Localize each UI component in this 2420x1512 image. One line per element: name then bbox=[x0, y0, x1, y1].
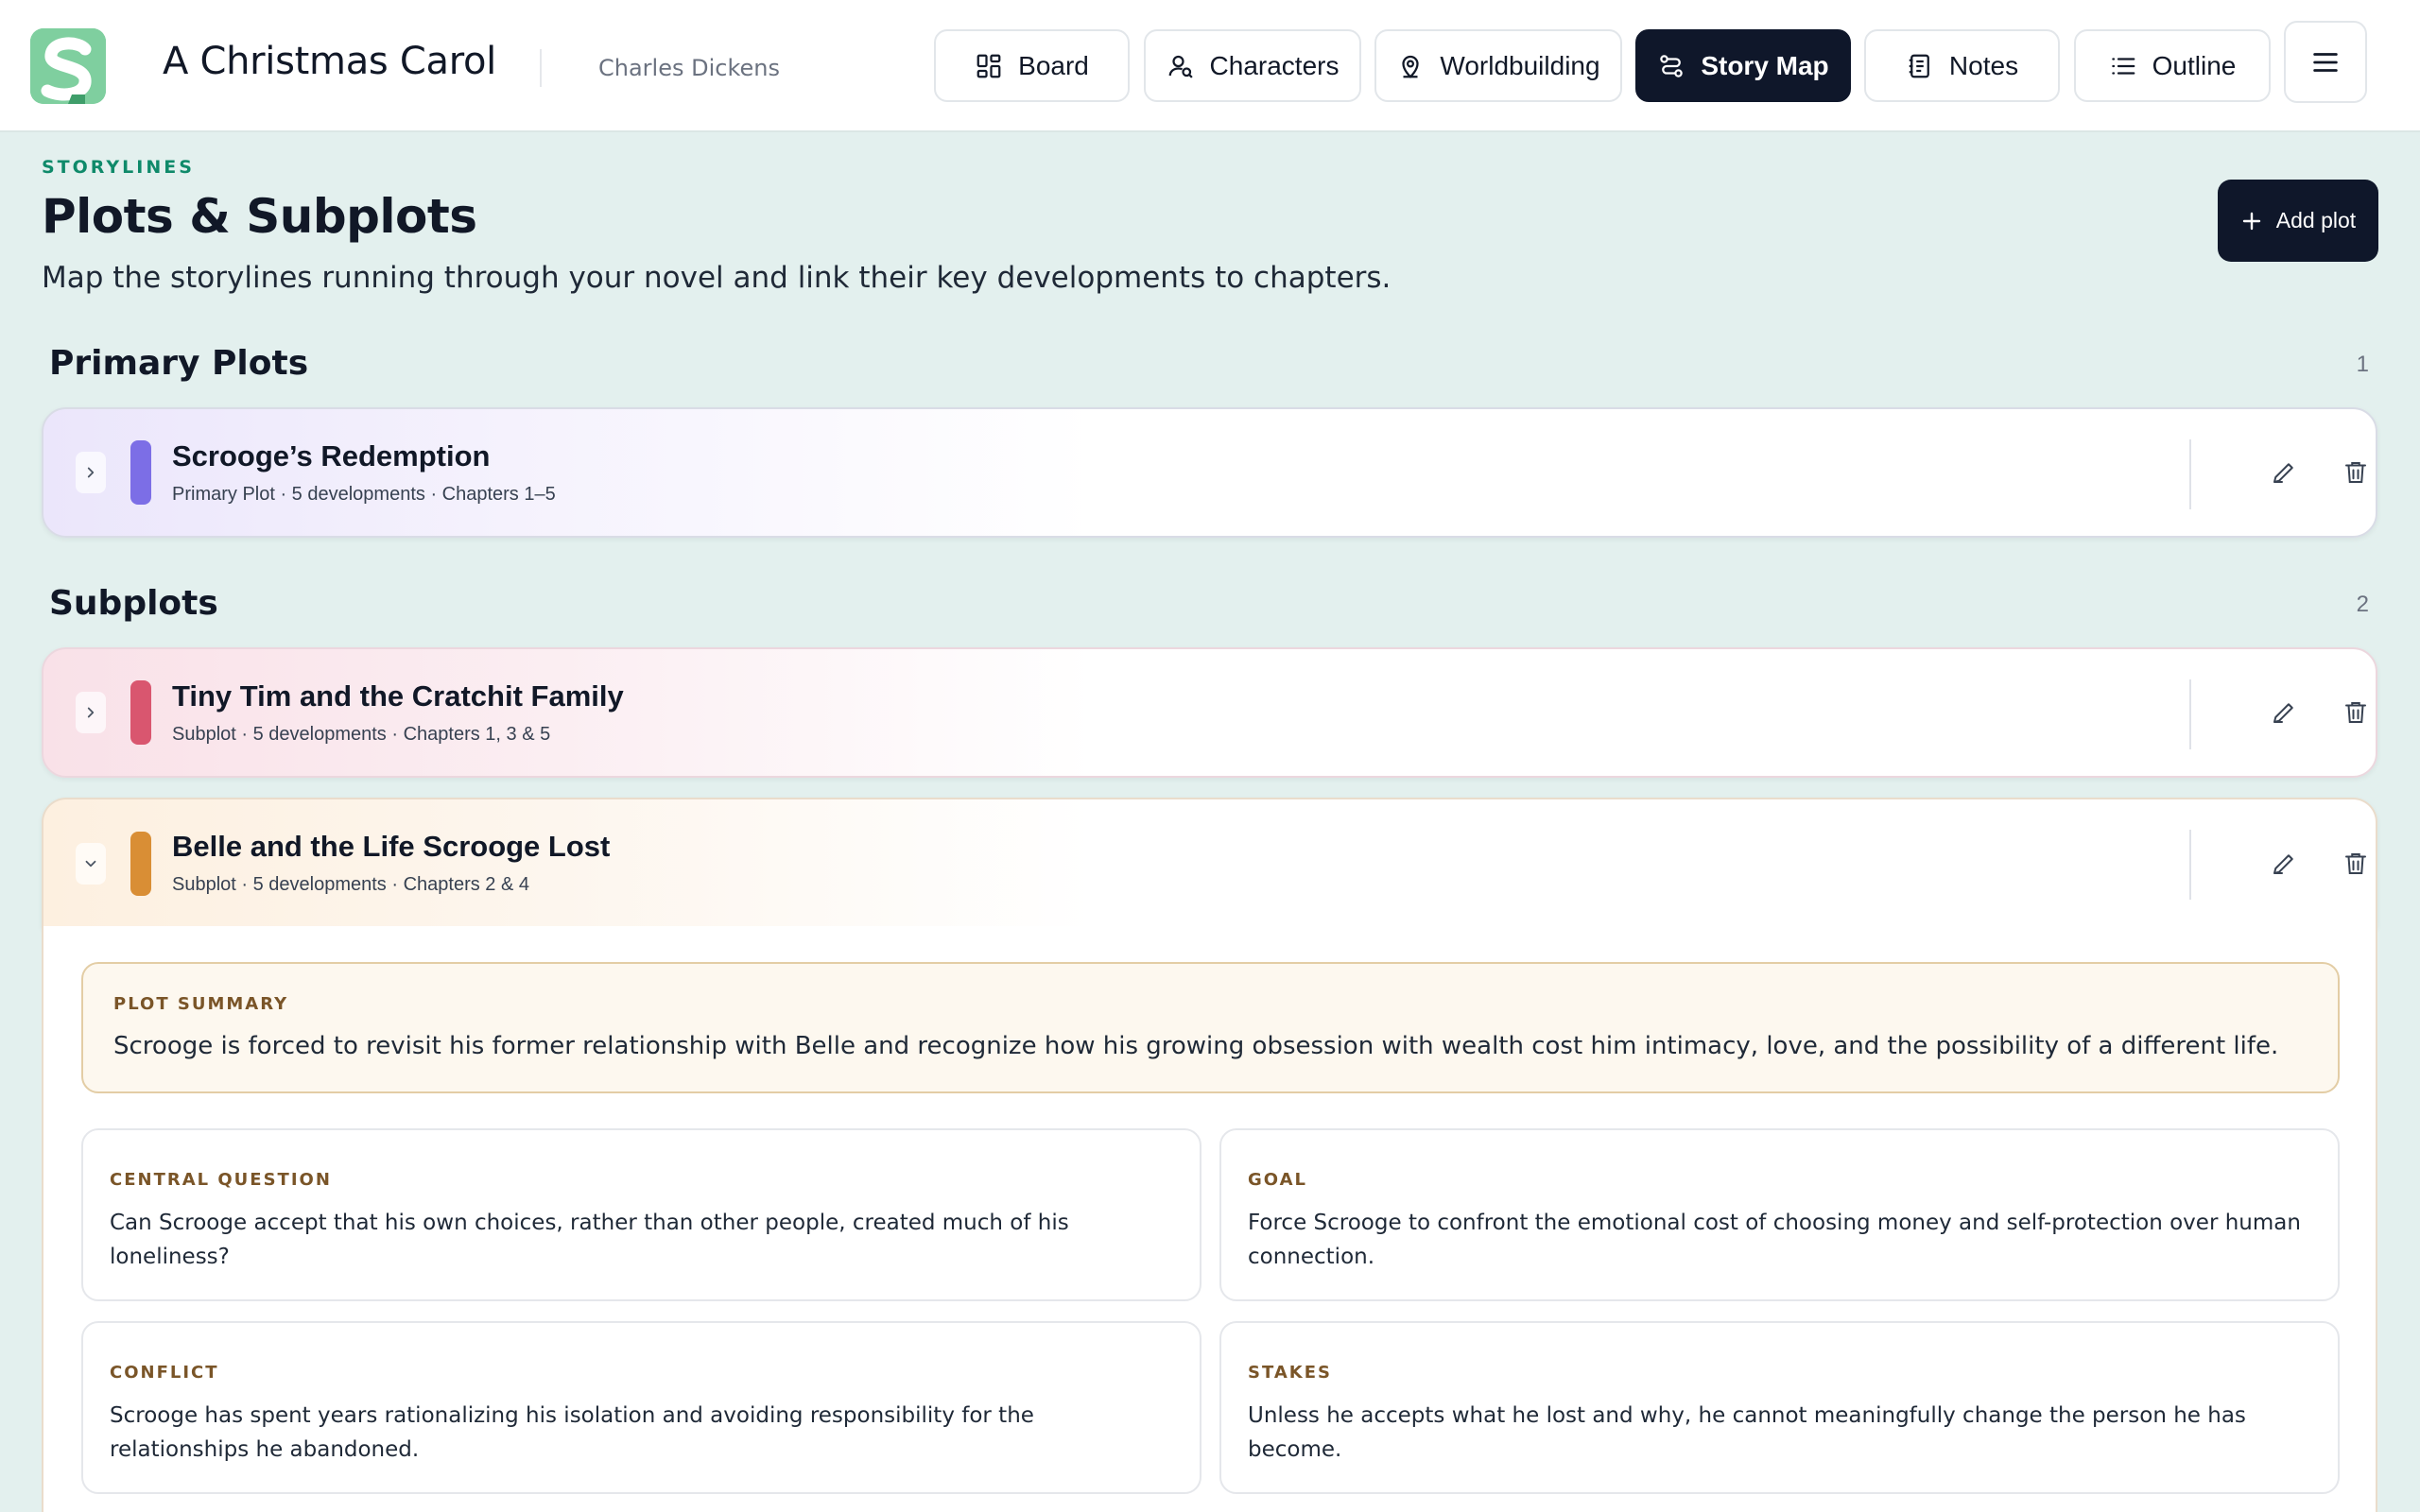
delete-plot-button[interactable] bbox=[2335, 452, 2377, 493]
trash-icon bbox=[2345, 702, 2366, 723]
field-text: Scrooge has spent years rationalizing hi… bbox=[110, 1403, 1034, 1462]
plot-name: Belle and the Life Scrooge Lost bbox=[172, 830, 611, 863]
plot-summary-box: PLOT SUMMARY Scrooge is forced to revisi… bbox=[81, 962, 2340, 1093]
plot-color-swatch bbox=[130, 680, 151, 745]
plot-meta: Subplot · 5 developments · Chapters 2 & … bbox=[172, 874, 529, 895]
plot-details-panel: PLOT SUMMARY Scrooge is forced to revisi… bbox=[42, 926, 2377, 1512]
stakes-card: STAKES Unless he accepts what he lost an… bbox=[1219, 1321, 2340, 1494]
field-label: CENTRAL QUESTION bbox=[110, 1170, 332, 1190]
list-icon bbox=[2111, 57, 2135, 75]
plot-color-swatch bbox=[130, 440, 151, 505]
pencil-icon bbox=[2273, 853, 2293, 874]
nav-story-map-label: Story Map bbox=[1701, 50, 1829, 80]
chevron-down-icon bbox=[85, 860, 96, 867]
plus-icon bbox=[2242, 212, 2260, 230]
card-divider bbox=[2189, 439, 2191, 509]
field-label: GOAL bbox=[1248, 1170, 1307, 1190]
nav-outline-label: Outline bbox=[2152, 50, 2237, 80]
nav-outline-button[interactable]: Outline bbox=[2074, 29, 2271, 102]
notebook-icon bbox=[1909, 54, 1929, 77]
section-count-primary: 1 bbox=[2356, 352, 2369, 377]
page-title: Plots & Subplots bbox=[42, 189, 477, 244]
logo-mark-icon bbox=[30, 28, 106, 104]
nav-characters-label: Characters bbox=[1209, 50, 1340, 80]
card-divider bbox=[2189, 830, 2191, 900]
plot-color-swatch bbox=[130, 831, 151, 896]
route-icon bbox=[1660, 54, 1684, 77]
person-search-icon bbox=[1168, 55, 1193, 78]
page-eyebrow: STORYLINES bbox=[42, 157, 195, 178]
document-title[interactable]: A Christmas Carol bbox=[163, 40, 496, 83]
nav-worldbuilding-button[interactable]: Worldbuilding bbox=[1374, 29, 1622, 102]
map-pin-icon bbox=[1402, 55, 1420, 78]
central-question-card: CENTRAL QUESTION Can Scrooge accept that… bbox=[81, 1128, 1201, 1301]
chevron-right-icon bbox=[87, 467, 95, 478]
goal-card: GOAL Force Scrooge to confront the emoti… bbox=[1219, 1128, 2340, 1301]
add-plot-label: Add plot bbox=[2275, 208, 2357, 232]
collapse-toggle[interactable] bbox=[76, 842, 106, 885]
plot-meta: Primary Plot · 5 developments · Chapters… bbox=[172, 484, 556, 505]
nav-board-label: Board bbox=[1018, 50, 1089, 80]
edit-plot-button[interactable] bbox=[2263, 452, 2305, 493]
nav-worldbuilding-label: Worldbuilding bbox=[1440, 50, 1600, 80]
expand-toggle[interactable] bbox=[76, 692, 106, 733]
trash-icon bbox=[2345, 462, 2366, 483]
section-title-subplots: Subplots bbox=[49, 584, 218, 623]
top-bar: A Christmas Carol Charles Dickens Board … bbox=[0, 0, 2420, 132]
plot-summary-label: PLOT SUMMARY bbox=[113, 994, 289, 1014]
page-subtitle: Map the storylines running through your … bbox=[42, 261, 1392, 295]
trash-icon bbox=[2345, 852, 2366, 874]
field-label: CONFLICT bbox=[110, 1363, 219, 1383]
nav-characters-button[interactable]: Characters bbox=[1144, 29, 1361, 102]
plot-card[interactable]: Tiny Tim and the Cratchit Family Subplot… bbox=[42, 647, 2377, 778]
plot-name: Tiny Tim and the Cratchit Family bbox=[172, 679, 624, 713]
section-title-primary: Primary Plots bbox=[49, 344, 309, 383]
plot-meta: Subplot · 5 developments · Chapters 1, 3… bbox=[172, 724, 551, 745]
nav-board-button[interactable]: Board bbox=[934, 29, 1130, 102]
hamburger-icon bbox=[2313, 52, 2338, 72]
conflict-card: CONFLICT Scrooge has spent years rationa… bbox=[81, 1321, 1201, 1494]
field-text: Can Scrooge accept that his own choices,… bbox=[110, 1211, 1069, 1269]
plot-card-expanded[interactable]: Belle and the Life Scrooge Lost Subplot … bbox=[42, 798, 2377, 928]
delete-plot-button[interactable] bbox=[2335, 843, 2377, 885]
add-plot-button[interactable]: Add plot bbox=[2218, 180, 2378, 262]
document-author: Charles Dickens bbox=[598, 55, 780, 81]
menu-button[interactable] bbox=[2284, 21, 2367, 103]
plot-name: Scrooge’s Redemption bbox=[172, 439, 491, 472]
pencil-icon bbox=[2273, 703, 2293, 723]
chevron-right-icon bbox=[87, 707, 95, 718]
app-logo[interactable] bbox=[30, 28, 106, 104]
plot-card[interactable]: Scrooge’s Redemption Primary Plot · 5 de… bbox=[42, 407, 2377, 538]
plot-summary-text: Scrooge is forced to revisit his former … bbox=[113, 1032, 2279, 1060]
card-divider bbox=[2189, 679, 2191, 749]
edit-plot-button[interactable] bbox=[2263, 843, 2305, 885]
nav-story-map-button[interactable]: Story Map bbox=[1635, 29, 1851, 102]
delete-plot-button[interactable] bbox=[2335, 692, 2377, 733]
grid-icon bbox=[977, 54, 1001, 77]
field-text: Unless he accepts what he lost and why, … bbox=[1248, 1403, 2246, 1462]
nav-notes-button[interactable]: Notes bbox=[1864, 29, 2060, 102]
pencil-icon bbox=[2273, 463, 2293, 483]
nav-notes-label: Notes bbox=[1948, 50, 2019, 80]
header-divider bbox=[540, 49, 542, 87]
section-count-subplots: 2 bbox=[2356, 592, 2369, 617]
field-text: Force Scrooge to confront the emotional … bbox=[1248, 1211, 2301, 1269]
expand-toggle[interactable] bbox=[76, 452, 106, 493]
edit-plot-button[interactable] bbox=[2263, 692, 2305, 733]
field-label: STAKES bbox=[1248, 1363, 1332, 1383]
